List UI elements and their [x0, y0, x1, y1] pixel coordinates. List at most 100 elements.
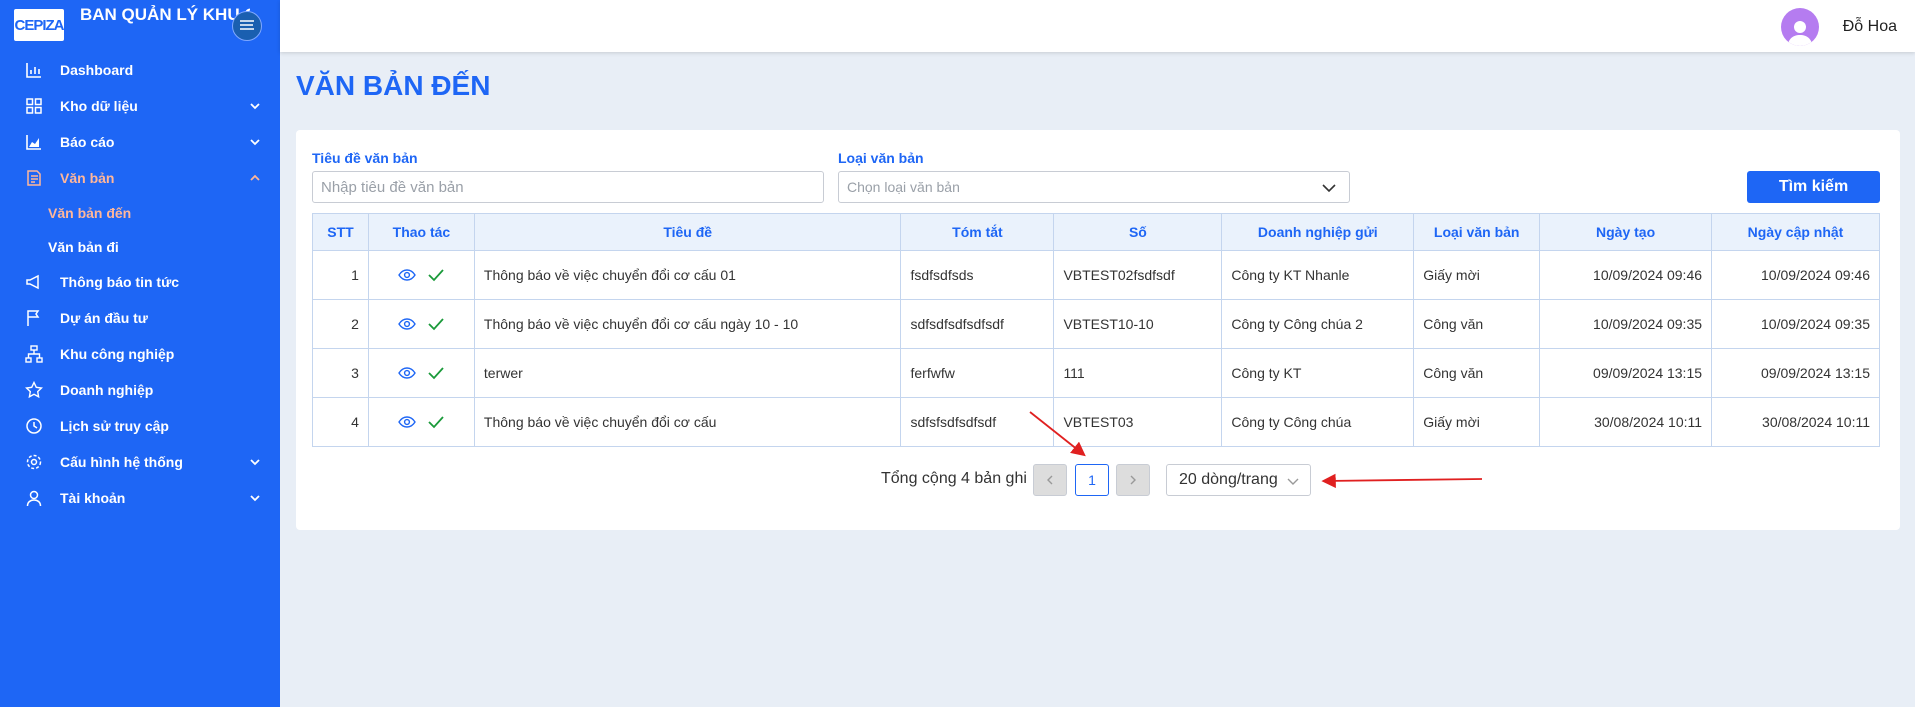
avatar[interactable]: [1781, 8, 1819, 46]
cell-stt: 4: [312, 397, 369, 447]
cell-number: VBTEST03: [1053, 397, 1223, 447]
column-header-summary[interactable]: Tóm tắt: [900, 213, 1055, 251]
view-icon[interactable]: [398, 416, 417, 428]
cell-sender: Công ty Công chúa 2: [1221, 299, 1415, 349]
cell-actions: [367, 348, 475, 398]
sidebar-item-industrial-zones[interactable]: Khu công nghiệp: [0, 336, 280, 372]
cell-number: VBTEST10-10: [1053, 299, 1223, 349]
page-number-button[interactable]: 1: [1075, 464, 1109, 496]
column-header-type[interactable]: Loại văn bản: [1413, 213, 1541, 251]
cell-sender: Công ty Công chúa: [1221, 397, 1415, 447]
cell-type: Công văn: [1413, 299, 1541, 349]
table-row[interactable]: 1 Thông báo về việc chuyển đổi cơ cấu 01…: [312, 250, 1880, 300]
column-header-stt[interactable]: STT: [312, 213, 369, 251]
user-name[interactable]: Đỗ Hoa: [1843, 18, 1897, 36]
chevron-up-icon: [250, 174, 260, 181]
cell-number: 111: [1053, 348, 1223, 398]
cell-updated: 30/08/2024 10:11: [1711, 397, 1880, 447]
page-size-select[interactable]: 20 dòng/trang: [1166, 464, 1311, 496]
sidebar-item-data-store[interactable]: Kho dữ liệu: [0, 88, 280, 124]
brand: CEPIZA BAN QUẢN LÝ KHU CHẾ XUẤT KHU CN: [0, 0, 280, 52]
table-row[interactable]: 3 terwer ferfwfw 111 Công ty KT Công văn…: [312, 348, 1880, 398]
view-icon[interactable]: [398, 269, 417, 281]
chevron-down-icon: [1322, 184, 1336, 193]
cell-created: 30/08/2024 10:11: [1539, 397, 1713, 447]
document-type-select[interactable]: Chọn loại văn bản: [838, 171, 1350, 203]
search-button[interactable]: Tìm kiếm: [1747, 171, 1880, 203]
document-type-placeholder: Chọn loại văn bản: [847, 179, 960, 195]
column-header-title[interactable]: Tiêu đề: [473, 213, 902, 251]
column-header-actions[interactable]: Thao tác: [367, 213, 475, 251]
sidebar-item-label: Dashboard: [60, 62, 134, 78]
cell-title: Thông báo về việc chuyển đổi cơ cấu: [473, 397, 902, 447]
menu-toggle-button[interactable]: [232, 11, 262, 41]
chevron-down-icon: [250, 495, 260, 502]
next-page-button[interactable]: [1116, 464, 1150, 496]
page-title: VĂN BẢN ĐẾN: [296, 70, 491, 101]
sidebar-nav: Dashboard Kho dữ liệu Báo cáo Văn bản Vă…: [0, 52, 280, 516]
cell-updated: 09/09/2024 13:15: [1711, 348, 1880, 398]
brand-title: BAN QUẢN LÝ KHU CHẾ XUẤT KHU CN: [80, 5, 250, 24]
sidebar-item-label: Thông báo tin tức: [60, 274, 180, 290]
column-header-created[interactable]: Ngày tạo: [1539, 213, 1713, 251]
sidebar-subitem-incoming-docs[interactable]: Văn bản đến: [0, 196, 280, 230]
bar-chart-icon: [24, 60, 44, 80]
approve-check-icon[interactable]: [428, 415, 445, 429]
sidebar-item-news[interactable]: Thông báo tin tức: [0, 264, 280, 300]
type-filter-label: Loại văn bản: [838, 150, 924, 166]
document-icon: [24, 168, 44, 188]
hierarchy-icon: [24, 344, 44, 364]
sidebar-item-label: Kho dữ liệu: [60, 98, 138, 114]
approve-check-icon[interactable]: [428, 366, 445, 380]
title-filter-label: Tiêu đề văn bản: [312, 150, 418, 166]
sidebar-item-label: Dự án đầu tư: [60, 310, 148, 326]
column-header-sender[interactable]: Doanh nghiệp gửi: [1221, 213, 1415, 251]
chevron-right-icon: [1130, 475, 1136, 485]
cell-actions: [367, 397, 475, 447]
sidebar-item-label: Doanh nghiệp: [60, 382, 154, 398]
column-header-number[interactable]: Số: [1053, 213, 1223, 251]
cell-title: Thông báo về việc chuyển đổi cơ cấu 01: [473, 250, 902, 300]
cell-number: VBTEST02fsdfsdf: [1053, 250, 1223, 300]
logo: CEPIZA: [14, 9, 65, 41]
cell-actions: [367, 250, 475, 300]
prev-page-button[interactable]: [1033, 464, 1067, 496]
cell-stt: 2: [312, 299, 369, 349]
view-icon[interactable]: [398, 318, 417, 330]
cell-created: 10/09/2024 09:46: [1539, 250, 1713, 300]
cell-summary: sdfsdfsdfsdfsdf: [900, 299, 1055, 349]
sidebar-item-documents[interactable]: Văn bản: [0, 160, 280, 196]
approve-check-icon[interactable]: [428, 317, 445, 331]
cell-stt: 3: [312, 348, 369, 398]
sidebar-item-access-history[interactable]: Lịch sử truy cập: [0, 408, 280, 444]
sidebar-item-label: Tài khoản: [60, 490, 126, 506]
cell-type: Giấy mời: [1413, 397, 1541, 447]
sidebar-item-system-config[interactable]: Cấu hình hệ thống: [0, 444, 280, 480]
documents-card: Tiêu đề văn bản Loại văn bản Chọn loại v…: [296, 130, 1900, 530]
sidebar-item-dashboard[interactable]: Dashboard: [0, 52, 280, 88]
sidebar-subitem-outgoing-docs[interactable]: Văn bản đi: [0, 230, 280, 264]
cell-updated: 10/09/2024 09:35: [1711, 299, 1880, 349]
sidebar-item-reports[interactable]: Báo cáo: [0, 124, 280, 160]
user-icon: [24, 488, 44, 508]
table-row[interactable]: 2 Thông báo về việc chuyển đổi cơ cấu ng…: [312, 299, 1880, 349]
sidebar-item-account[interactable]: Tài khoản: [0, 480, 280, 516]
title-search-input[interactable]: [312, 171, 824, 203]
view-icon[interactable]: [398, 367, 417, 379]
page-size-value: 20 dòng/trang: [1179, 471, 1278, 488]
chevron-down-icon: [250, 103, 260, 110]
approve-check-icon[interactable]: [428, 268, 445, 282]
star-icon: [24, 380, 44, 400]
sidebar-item-label: Văn bản: [60, 170, 115, 186]
sidebar-item-projects[interactable]: Dự án đầu tư: [0, 300, 280, 336]
cell-summary: fsdfsdfsds: [900, 250, 1055, 300]
column-header-updated[interactable]: Ngày cập nhật: [1711, 213, 1880, 251]
cell-sender: Công ty KT: [1221, 348, 1415, 398]
sidebar-item-label: Khu công nghiệp: [60, 346, 175, 362]
table-row[interactable]: 4 Thông báo về việc chuyển đổi cơ cấu sd…: [312, 397, 1880, 447]
cell-actions: [367, 299, 475, 349]
sidebar: CEPIZA BAN QUẢN LÝ KHU CHẾ XUẤT KHU CN D…: [0, 0, 280, 707]
total-records: Tổng cộng 4 bản ghi: [881, 470, 1027, 487]
sidebar-item-enterprises[interactable]: Doanh nghiệp: [0, 372, 280, 408]
user-avatar-icon: [1788, 21, 1812, 46]
